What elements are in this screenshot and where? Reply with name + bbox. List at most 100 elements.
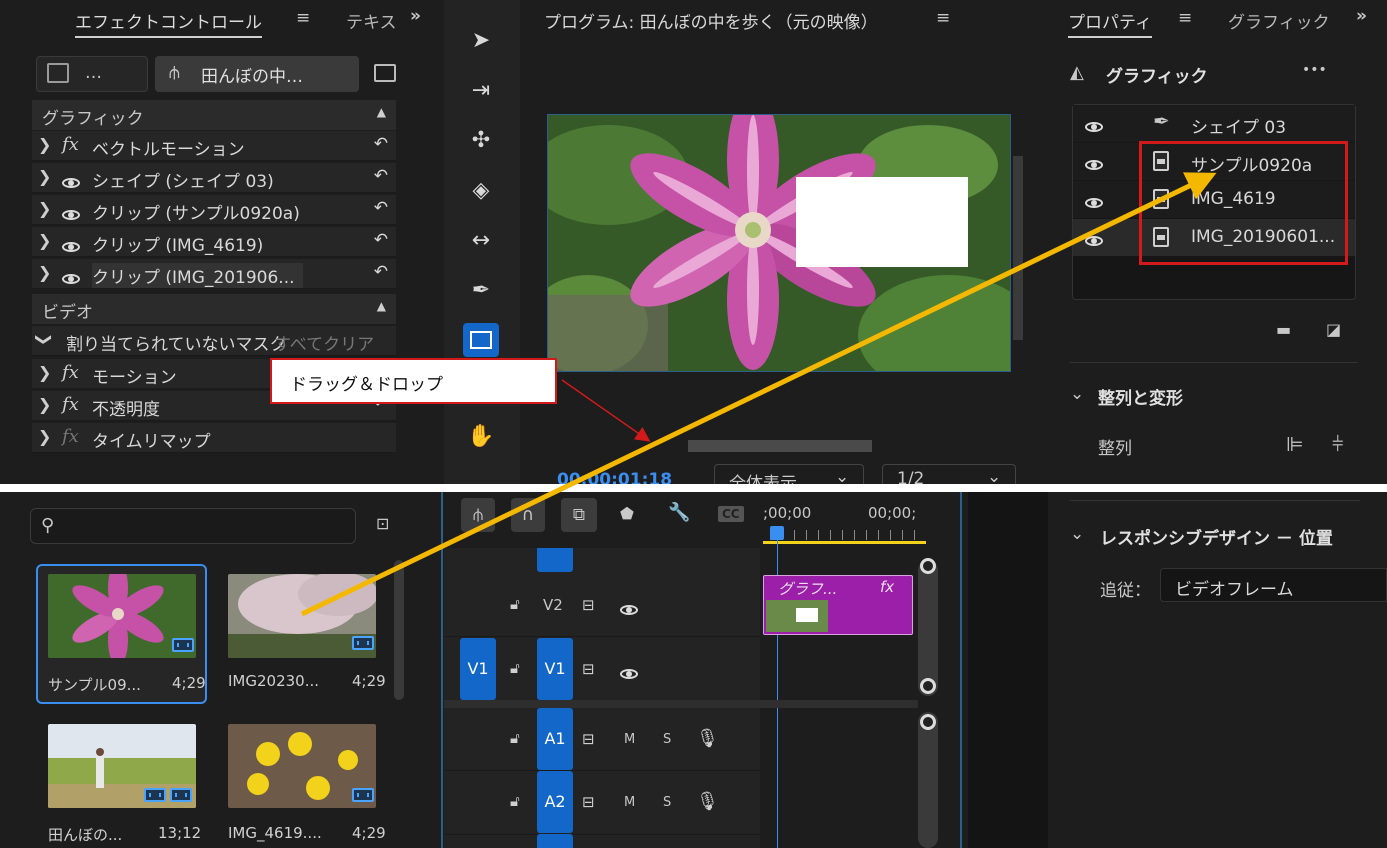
work-area-bar[interactable]: [763, 541, 926, 544]
scroll-handle[interactable]: [920, 714, 936, 730]
expand-icon[interactable]: ❯: [38, 199, 51, 218]
razor-tool-icon[interactable]: ◈: [458, 178, 504, 218]
collapse-icon[interactable]: ▲: [377, 299, 386, 313]
scroll-handle[interactable]: [920, 678, 936, 694]
eye-icon[interactable]: [1085, 160, 1103, 170]
responsive-design-section[interactable]: レスポンシブデザイン － 位置: [1100, 524, 1333, 549]
mute-button[interactable]: M: [624, 795, 635, 810]
program-video-frame[interactable]: [547, 114, 1011, 372]
tab-overflow-icon[interactable]: »: [1356, 6, 1367, 26]
expand-icon[interactable]: ❯: [38, 363, 51, 382]
search-options-icon[interactable]: ⊡: [376, 514, 389, 533]
eye-icon[interactable]: [1085, 198, 1103, 208]
expand-icon[interactable]: ❯: [38, 427, 51, 446]
lock-icon[interactable]: 🔓︎: [510, 659, 520, 677]
collapse-icon[interactable]: ▲: [377, 105, 386, 119]
microphone-icon[interactable]: 🎙︎: [696, 728, 719, 749]
eye-icon[interactable]: [62, 178, 80, 188]
reset-icon[interactable]: ↶: [374, 166, 388, 186]
effect-row[interactable]: ❯ fx タイムリマップ: [32, 423, 396, 453]
insert-sequence-icon[interactable]: ⫛: [461, 498, 495, 532]
eye-icon[interactable]: [1085, 122, 1103, 132]
bin-item[interactable]: IMG20230... 4;29: [218, 564, 389, 704]
expand-icon[interactable]: ❯: [38, 231, 51, 250]
fx-icon[interactable]: fx: [62, 134, 79, 155]
section-graphic[interactable]: グラフィック ▲: [32, 100, 396, 130]
sync-lock-icon[interactable]: ⊟: [582, 596, 595, 614]
eye-icon[interactable]: [62, 242, 80, 252]
mute-button[interactable]: M: [624, 732, 635, 747]
new-folder-icon[interactable]: ▬: [1276, 320, 1291, 339]
tab-properties[interactable]: プロパティ: [1068, 8, 1152, 38]
microphone-icon[interactable]: 🎙︎: [696, 791, 719, 812]
bin-item[interactable]: IMG_4619.... 4;29: [218, 716, 389, 848]
section-video[interactable]: ビデオ ▲: [32, 294, 396, 324]
source-chip[interactable]: …: [36, 56, 148, 92]
solo-button[interactable]: S: [663, 795, 671, 810]
effect-row[interactable]: ❯ シェイプ (シェイプ 03) ↶: [32, 163, 396, 193]
align-transform-section[interactable]: 整列と変形: [1098, 384, 1183, 409]
snap-icon[interactable]: ∩: [511, 498, 545, 532]
follow-select[interactable]: ビデオフレーム: [1160, 568, 1387, 602]
expand-icon[interactable]: ❯: [38, 263, 51, 282]
track-select-tool-icon[interactable]: ⇥: [458, 78, 504, 118]
program-monitor-title[interactable]: プログラム: 田んぼの中を歩く（元の映像）: [544, 8, 878, 33]
monitor-hscrollbar[interactable]: [688, 440, 872, 452]
reset-icon[interactable]: ↶: [374, 230, 388, 250]
monitor-scrollbar[interactable]: [1013, 156, 1023, 340]
ripple-edit-tool-icon[interactable]: ✣: [458, 128, 504, 168]
fx-icon[interactable]: fx: [62, 362, 79, 383]
fx-icon[interactable]: fx: [62, 394, 79, 415]
effect-row[interactable]: ❯ クリップ (IMG_201906... ↶: [32, 259, 396, 289]
effect-row[interactable]: ❯ fx ベクトルモーション ↶: [32, 131, 396, 161]
rectangle-tool-icon[interactable]: [463, 323, 499, 357]
slip-tool-icon[interactable]: ↔: [458, 228, 504, 268]
white-shape-overlay[interactable]: [796, 177, 968, 267]
hand-tool-icon[interactable]: ✋: [458, 424, 504, 464]
eye-icon[interactable]: [620, 669, 638, 679]
timeline-vscroll-video[interactable]: [918, 560, 938, 696]
tab-overflow-icon[interactable]: »: [410, 6, 421, 26]
reset-icon[interactable]: ↶: [374, 262, 388, 282]
clear-all-button[interactable]: すべてクリア: [274, 330, 374, 355]
timeline-vscroll-audio[interactable]: [918, 712, 938, 848]
quality-select[interactable]: 1/2 ⌄: [882, 464, 1016, 484]
panel-menu-icon[interactable]: ≡: [936, 8, 950, 28]
lock-icon[interactable]: 🔓︎: [510, 792, 520, 810]
new-layer-icon[interactable]: ◪: [1326, 320, 1341, 339]
lock-icon[interactable]: 🔓︎: [510, 595, 520, 613]
align-left-icon[interactable]: ⊫: [1286, 432, 1303, 456]
expand-icon[interactable]: ❯: [38, 135, 51, 154]
tab-menu-icon[interactable]: ≡: [296, 8, 310, 28]
tab-text[interactable]: テキス: [346, 8, 397, 33]
sync-lock-icon[interactable]: ⊟: [582, 793, 595, 811]
zoom-select[interactable]: 全体表示 ⌄: [714, 464, 864, 484]
tab-effect-controls[interactable]: エフェクトコントロール: [75, 8, 262, 38]
tab-menu-icon[interactable]: ≡: [1178, 8, 1192, 28]
source-patch-v1[interactable]: V1: [460, 638, 496, 700]
align-center-icon[interactable]: ⫩: [1332, 432, 1343, 456]
search-field[interactable]: ⚲: [30, 508, 356, 544]
panel-toggle-icon[interactable]: [374, 64, 396, 82]
scroll-handle[interactable]: [920, 558, 936, 574]
pen-tool-icon[interactable]: ✒: [458, 278, 504, 318]
chevron-down-icon[interactable]: ❯: [35, 333, 54, 346]
effect-row[interactable]: ❯ クリップ (IMG_4619) ↶: [32, 227, 396, 257]
chevron-down-icon[interactable]: ⌄: [1070, 384, 1084, 404]
chevron-down-icon[interactable]: ⌄: [1070, 524, 1084, 544]
fx-icon[interactable]: fx: [62, 426, 79, 447]
eye-icon[interactable]: [62, 210, 80, 220]
sync-lock-icon[interactable]: ⊟: [582, 660, 595, 678]
tab-graphics[interactable]: グラフィック: [1228, 8, 1338, 33]
mask-row[interactable]: ❯ 割り当てられていないマスク すべてクリア: [32, 326, 396, 356]
marker-icon[interactable]: ⬟: [620, 504, 634, 523]
eye-icon[interactable]: [1085, 236, 1103, 246]
selection-tool-icon[interactable]: ➤: [458, 28, 504, 68]
linked-selection-icon[interactable]: ⧉: [561, 498, 597, 532]
bin-item[interactable]: 田んぼの... 13;12: [36, 716, 207, 848]
lock-icon[interactable]: 🔓︎: [510, 729, 520, 747]
captions-icon[interactable]: CC: [718, 506, 744, 522]
track-target-a1[interactable]: A1: [537, 708, 573, 770]
reset-icon[interactable]: ↶: [374, 198, 388, 218]
graphic-clip[interactable]: グラフ... fx: [763, 575, 913, 635]
